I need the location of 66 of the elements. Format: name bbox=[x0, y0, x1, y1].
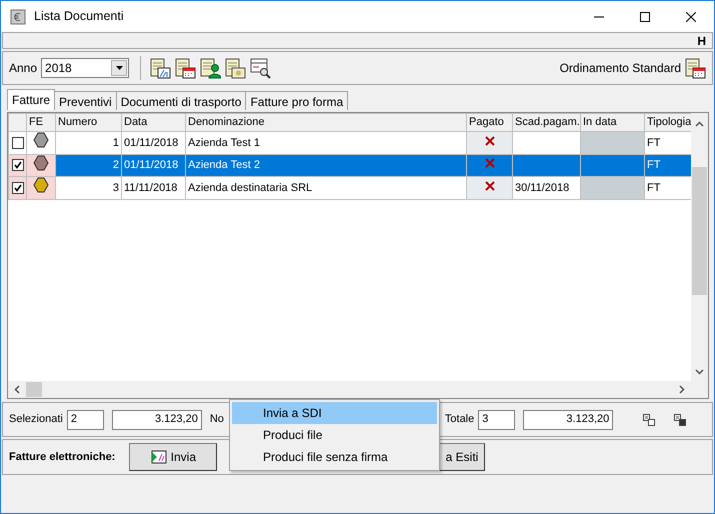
window-title: Lista Documenti bbox=[34, 8, 124, 26]
send-button[interactable]: Invia bbox=[129, 443, 218, 471]
year-label: Anno bbox=[9, 60, 38, 77]
efatture-label: Fatture elettroniche: bbox=[9, 450, 116, 465]
table-cell: 3 bbox=[112, 182, 119, 194]
close-icon bbox=[686, 12, 696, 22]
total-count-field: 3 bbox=[478, 410, 516, 430]
app-icon bbox=[10, 8, 26, 24]
column-header[interactable]: Tipologia bbox=[644, 114, 692, 132]
column-header[interactable]: Numero bbox=[56, 114, 122, 132]
total-amount-field: 3.123,20 bbox=[523, 410, 614, 430]
horizontal-scrollbar[interactable] bbox=[8, 381, 708, 398]
scroll-thumb[interactable] bbox=[26, 382, 42, 397]
document-search-icon[interactable] bbox=[250, 58, 272, 78]
table-cell: FT bbox=[647, 136, 660, 148]
scroll-right-icon[interactable] bbox=[679, 385, 685, 394]
total-label: Totale bbox=[444, 412, 474, 428]
tab[interactable]: Fatture bbox=[7, 89, 56, 110]
column-header[interactable]: Pagato bbox=[466, 114, 512, 132]
scroll-down-icon[interactable] bbox=[695, 369, 704, 375]
column-header[interactable]: Scad.pagam. bbox=[512, 114, 580, 132]
tab[interactable]: Documenti di trasporto bbox=[116, 91, 246, 110]
document-chart-icon[interactable] bbox=[150, 58, 172, 78]
tab[interactable]: Fatture pro forma bbox=[245, 91, 348, 110]
stack-icon[interactable] bbox=[674, 414, 686, 426]
scroll-up-icon[interactable] bbox=[695, 121, 704, 127]
column-header[interactable]: Data bbox=[122, 114, 186, 132]
scroll-thumb[interactable] bbox=[692, 167, 708, 295]
table-cell: 1 bbox=[112, 136, 119, 148]
menu-item[interactable]: Produci file senza firma bbox=[232, 446, 437, 468]
strip-label: H bbox=[697, 32, 706, 50]
sort-button[interactable] bbox=[685, 58, 706, 78]
menu-item[interactable]: Produci file bbox=[232, 424, 437, 446]
table-cell: 11/11/2018 bbox=[124, 182, 178, 194]
table-cell: FT bbox=[647, 182, 660, 194]
send-icon bbox=[150, 450, 167, 464]
table-cell: FT bbox=[647, 159, 660, 171]
table-cell: Azienda Test 1 bbox=[188, 136, 260, 148]
document-calendar-icon[interactable] bbox=[175, 58, 196, 78]
column-header[interactable]: Denominazione bbox=[186, 114, 466, 132]
stack-icon[interactable] bbox=[643, 414, 656, 426]
column-header[interactable]: In data bbox=[580, 114, 644, 132]
selected-total-field: 3.123,20 bbox=[112, 410, 202, 430]
selected-count-field: 2 bbox=[66, 410, 104, 430]
table-cell: 01/11/2018 bbox=[124, 159, 178, 171]
menu-item[interactable]: Invia a SDI bbox=[232, 402, 437, 424]
table-cell: Azienda Test 2 bbox=[188, 159, 260, 171]
table-cell: 30/11/2018 bbox=[515, 182, 570, 194]
sort-label: Ordinamento Standard bbox=[560, 60, 681, 77]
checkbox[interactable] bbox=[12, 182, 24, 194]
partial-label: No bbox=[210, 412, 224, 428]
document-image-icon[interactable] bbox=[225, 58, 246, 78]
document-person-icon[interactable] bbox=[200, 58, 222, 78]
table-cell: 2 bbox=[112, 159, 119, 171]
checkbox[interactable] bbox=[12, 159, 24, 172]
caret-icon bbox=[116, 66, 123, 70]
selected-label: Selezionati bbox=[9, 412, 63, 428]
selected-row[interactable]: 2 01/11/2018 Azienda Test 2 FT bbox=[8, 154, 692, 176]
table-cell: Azienda destinataria SRL bbox=[188, 182, 312, 194]
column-header[interactable]: FE bbox=[26, 114, 56, 132]
scroll-left-icon[interactable] bbox=[14, 385, 20, 394]
year-dropdown[interactable]: 2018 bbox=[41, 58, 130, 78]
table-cell: 01/11/2018 bbox=[124, 136, 178, 148]
checkbox[interactable] bbox=[12, 136, 24, 149]
vertical-scrollbar[interactable] bbox=[691, 113, 708, 381]
maximize-icon bbox=[640, 12, 650, 22]
